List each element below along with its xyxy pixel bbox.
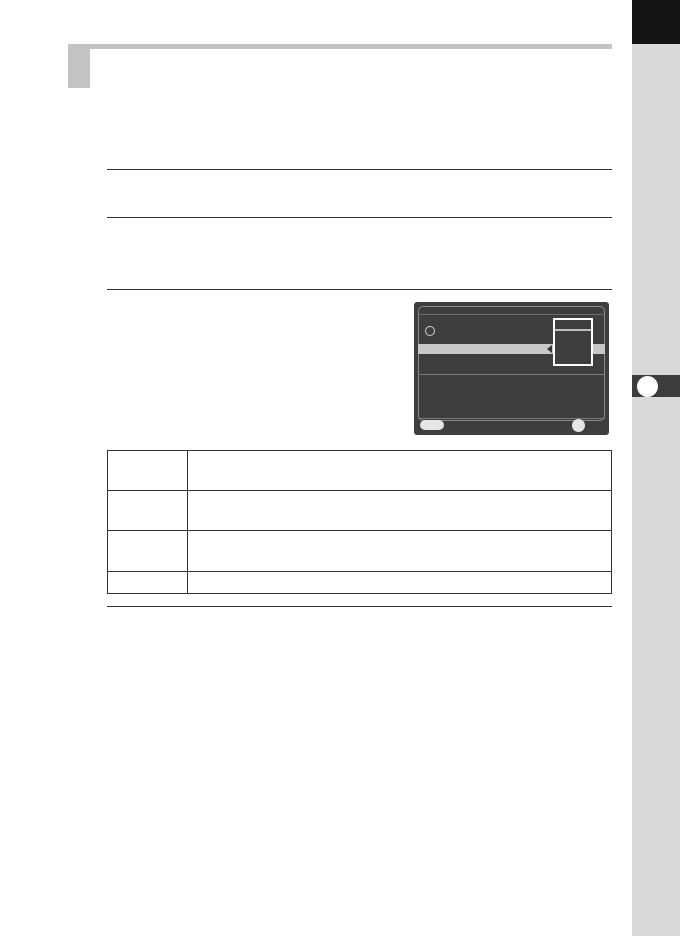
option-key bbox=[108, 491, 188, 530]
option-key bbox=[108, 531, 188, 571]
table-row bbox=[108, 491, 611, 531]
option-key bbox=[108, 572, 188, 593]
section-header-bar bbox=[68, 44, 612, 49]
option-popup-highlight bbox=[555, 329, 591, 331]
option-popup-box bbox=[553, 318, 593, 366]
step-divider-3 bbox=[107, 289, 612, 290]
option-description bbox=[190, 572, 611, 593]
section-end-divider bbox=[107, 606, 612, 607]
left-arrow-icon bbox=[547, 345, 552, 353]
table-row bbox=[108, 531, 611, 572]
option-description bbox=[190, 491, 611, 530]
section-header-block bbox=[68, 44, 90, 88]
step-divider-2 bbox=[107, 217, 612, 218]
menu-button-icon bbox=[420, 420, 444, 430]
options-table bbox=[107, 450, 612, 594]
table-row bbox=[108, 451, 611, 491]
ok-button-icon bbox=[572, 419, 585, 432]
camera-menu-screen bbox=[414, 302, 609, 435]
step-divider-1 bbox=[107, 169, 612, 170]
option-description bbox=[190, 531, 611, 571]
chapter-number-badge bbox=[637, 376, 658, 397]
setting-circle-icon bbox=[425, 326, 435, 336]
camera-menu-tab-line bbox=[418, 314, 605, 315]
chapter-index-strip bbox=[632, 0, 680, 936]
option-key bbox=[108, 451, 188, 490]
camera-menu-divider bbox=[418, 374, 605, 375]
option-description bbox=[190, 451, 611, 490]
table-row bbox=[108, 572, 611, 593]
chapter-index-top-block bbox=[632, 0, 680, 44]
